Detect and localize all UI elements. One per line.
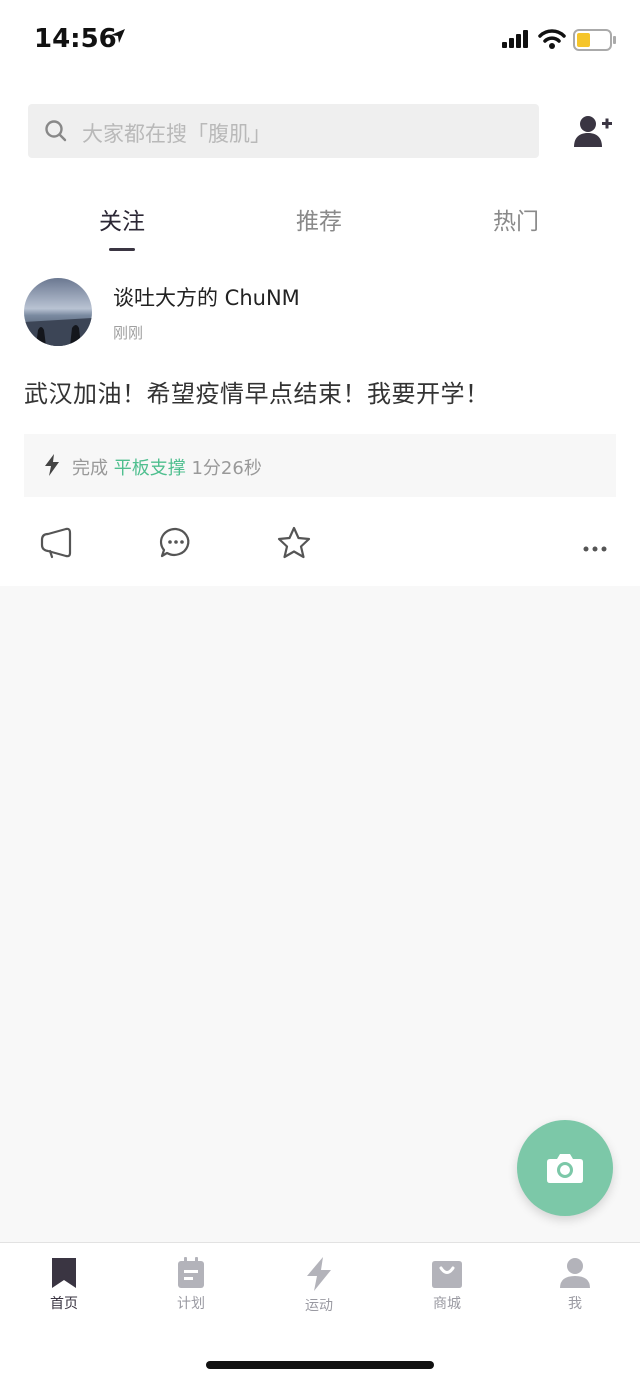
cheer-icon[interactable] [38, 526, 74, 564]
post-timestamp: 刚刚 [113, 324, 144, 342]
status-time: 14:56 [34, 24, 117, 54]
tab-following[interactable]: 关注 [72, 202, 172, 236]
workout-text: 完成 平板支撑 1分26秒 [72, 454, 262, 480]
tabbar-plan[interactable]: 计划 [141, 1257, 241, 1313]
tabbar-workout[interactable]: 运动 [269, 1257, 369, 1315]
active-tab-indicator [109, 248, 135, 251]
wifi-icon [538, 28, 566, 54]
location-arrow-icon [110, 28, 126, 48]
post-username[interactable]: 谈吐大方的 ChuNM [113, 282, 300, 312]
person-icon [560, 1258, 590, 1288]
camera-button[interactable] [517, 1120, 613, 1216]
camera-icon [547, 1154, 583, 1183]
feed-tabs: 关注 推荐 热门 [0, 196, 640, 254]
post-text: 武汉加油！希望疫情早点结束！我要开学！ [24, 380, 490, 408]
tabbar-label: 首页 [50, 1296, 78, 1312]
battery-icon [573, 29, 617, 55]
bookmark-icon [52, 1258, 76, 1288]
search-icon [44, 119, 68, 147]
workout-summary[interactable]: 完成 平板支撑 1分26秒 [24, 434, 616, 497]
tab-trending[interactable]: 热门 [466, 202, 566, 236]
search-bar[interactable]: 大家都在搜「腹肌」 [28, 104, 539, 158]
add-friend-icon[interactable] [573, 114, 613, 154]
status-bar: 14:56 [0, 0, 640, 84]
post-card[interactable]: 谈吐大方的 ChuNM 刚刚 武汉加油！希望疫情早点结束！我要开学！ 完成 平板… [0, 254, 640, 586]
tabbar-me[interactable]: 我 [525, 1257, 625, 1313]
header: 大家都在搜「腹肌」 关注 推荐 热门 [0, 84, 640, 254]
avatar[interactable] [24, 278, 92, 346]
tabbar-label: 运动 [305, 1298, 333, 1314]
bolt-icon [44, 454, 60, 480]
bottom-tab-bar: 首页 计划 运动 商城 我 [0, 1242, 640, 1384]
bolt-icon [307, 1257, 331, 1291]
workout-duration: 1分26秒 [191, 458, 262, 479]
tabbar-home[interactable]: 首页 [14, 1257, 114, 1313]
cellular-signal-icon [502, 30, 530, 52]
tabbar-label: 我 [568, 1296, 582, 1312]
post-actions [0, 522, 640, 566]
tabbar-label: 计划 [177, 1296, 205, 1312]
tabbar-shop[interactable]: 商城 [397, 1257, 497, 1313]
shop-bag-icon [432, 1261, 462, 1288]
plan-icon [178, 1257, 204, 1288]
workout-prefix: 完成 [72, 458, 108, 479]
more-icon[interactable] [582, 538, 610, 557]
search-placeholder: 大家都在搜「腹肌」 [82, 122, 271, 146]
tabbar-label: 商城 [433, 1296, 461, 1312]
workout-name[interactable]: 平板支撑 [114, 458, 186, 479]
star-icon[interactable] [276, 526, 312, 564]
comment-icon[interactable] [159, 526, 193, 564]
home-indicator[interactable] [206, 1361, 434, 1369]
tab-recommended[interactable]: 推荐 [269, 202, 369, 236]
